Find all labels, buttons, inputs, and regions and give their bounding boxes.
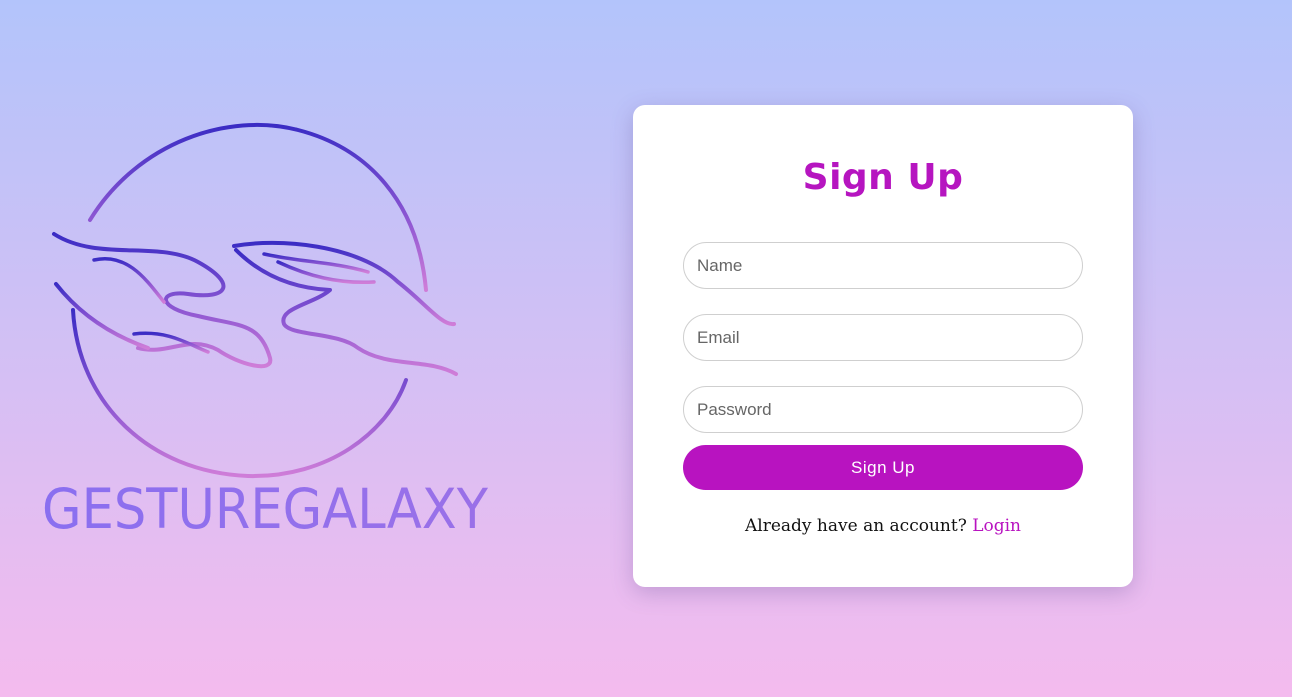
login-link[interactable]: Login xyxy=(972,516,1021,536)
login-prompt-text: Already have an account? xyxy=(744,516,967,536)
email-input[interactable] xyxy=(683,314,1083,361)
signup-card: Sign Up Sign Up Already have an account?… xyxy=(633,105,1133,587)
password-input[interactable] xyxy=(683,386,1083,433)
name-input[interactable] xyxy=(683,242,1083,289)
page-title: Sign Up xyxy=(802,157,964,198)
hands-circle-logo-icon: GESTUREGALAXY xyxy=(42,122,488,541)
sign-up-button[interactable]: Sign Up xyxy=(683,445,1083,490)
brand-wordmark: GESTUREGALAXY xyxy=(42,477,488,541)
login-prompt: Already have an account? Login xyxy=(633,516,1133,536)
brand-logo: GESTUREGALAXY xyxy=(38,112,498,552)
